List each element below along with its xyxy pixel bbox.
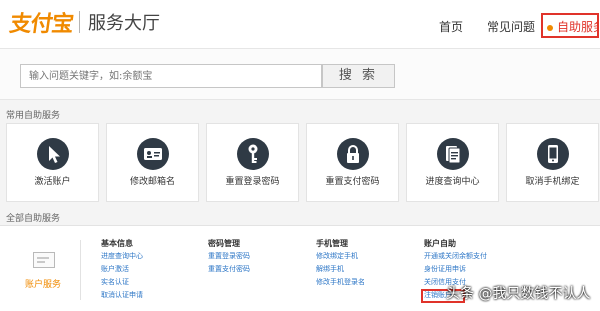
service-card-activate-account[interactable]: 激活账户 — [6, 123, 99, 202]
service-link[interactable]: 修改绑定手机 — [316, 251, 365, 264]
lock-icon — [337, 138, 369, 170]
column-mobile-management: 手机管理 修改绑定手机 解绑手机 修改手机登录名 — [316, 238, 365, 290]
service-card-label: 修改邮箱名 — [129, 177, 175, 187]
service-card-progress-center[interactable]: 进度查询中心 — [406, 123, 499, 202]
account-services-category[interactable]: 账户服务 — [25, 277, 61, 290]
active-dot-icon — [547, 24, 553, 31]
service-link[interactable]: 进度查询中心 — [101, 251, 143, 264]
service-card-label: 重置登录密码 — [225, 177, 280, 187]
account-card-icon — [33, 252, 55, 268]
service-link[interactable]: 取消认证申请 — [101, 290, 143, 303]
service-link[interactable]: 实名认证 — [101, 277, 143, 290]
site-title: 服务大厅 — [88, 13, 161, 34]
search-input[interactable] — [20, 64, 322, 88]
mobile-phone-icon — [537, 138, 569, 170]
service-card-reset-login-password[interactable]: 重置登录密码 — [206, 123, 299, 202]
watermark: 头条 @我只数钱不认人 — [446, 286, 591, 302]
nav-faq[interactable]: 常见问题 — [487, 18, 535, 35]
header: 支付宝 服务大厅 首页 常见问题 自助服务 — [0, 0, 600, 48]
service-card-label: 重置支付密码 — [325, 177, 380, 187]
service-link[interactable]: 解绑手机 — [316, 264, 365, 277]
logo[interactable]: 支付宝 服务大厅 — [7, 7, 161, 37]
column-heading: 基本信息 — [101, 239, 133, 248]
divider — [80, 240, 81, 300]
column-heading: 账户自助 — [424, 239, 456, 248]
service-card-reset-payment-password[interactable]: 重置支付密码 — [306, 123, 399, 202]
column-heading: 密码管理 — [208, 239, 240, 248]
search-button[interactable]: 搜 索 — [322, 64, 395, 88]
cursor-click-icon — [37, 138, 69, 170]
column-basic-info: 基本信息 进度查询中心 账户激活 实名认证 取消认证申请 — [101, 238, 143, 303]
common-services-label: 常用自助服务 — [6, 111, 61, 121]
all-services-label: 全部自助服务 — [6, 214, 61, 224]
nav-self-service-label: 自助服务 — [557, 20, 597, 34]
nav-home[interactable]: 首页 — [439, 18, 463, 35]
service-link[interactable]: 账户激活 — [101, 264, 143, 277]
service-link[interactable]: 重置支付密码 — [208, 264, 250, 277]
document-stack-icon — [437, 138, 469, 170]
service-card-label: 激活账户 — [34, 177, 71, 187]
alipay-logo: 支付宝 — [7, 12, 75, 37]
logo-divider — [79, 11, 81, 33]
service-card-unbind-mobile[interactable]: 取消手机绑定 — [506, 123, 599, 202]
service-card-label: 进度查询中心 — [425, 177, 480, 187]
nav-self-service[interactable]: 自助服务 — [541, 13, 599, 38]
key-icon — [237, 138, 269, 170]
service-link[interactable]: 修改手机登录名 — [316, 277, 365, 290]
page: 支付宝 服务大厅 首页 常见问题 自助服务 搜 索 常用自助服务 激活账户 修改… — [0, 0, 600, 311]
service-link[interactable]: 开通或关闭余额支付 — [424, 251, 487, 264]
id-card-icon — [137, 138, 169, 170]
service-link[interactable]: 重置登录密码 — [208, 251, 250, 264]
column-password-management: 密码管理 重置登录密码 重置支付密码 — [208, 238, 250, 277]
service-card-change-email[interactable]: 修改邮箱名 — [106, 123, 199, 202]
service-card-label: 取消手机绑定 — [525, 177, 580, 187]
service-link[interactable]: 身份证用申诉 — [424, 264, 487, 277]
column-heading: 手机管理 — [316, 239, 348, 248]
